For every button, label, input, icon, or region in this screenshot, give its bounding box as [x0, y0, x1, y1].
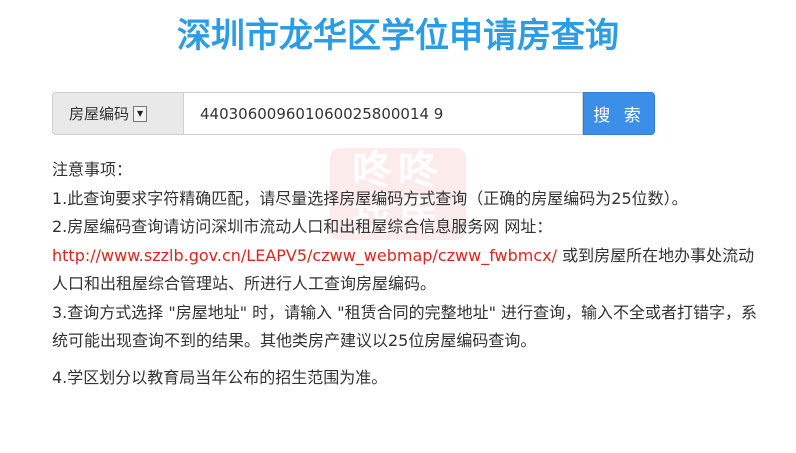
search-type-select[interactable]: 房屋编码 ▼	[52, 92, 183, 135]
notes-section: 注意事项： 1.此查询要求字符精确匹配，请尽量选择房屋编码方式查询（正确的房屋编…	[52, 156, 762, 392]
fwbm-link[interactable]: http://www.szzlb.gov.cn/LEAPV5/czww_webm…	[52, 246, 557, 265]
chevron-down-icon[interactable]: ▼	[133, 105, 148, 122]
search-button[interactable]: 搜 索	[583, 92, 655, 135]
search-bar: 房屋编码 ▼ 搜 索	[52, 92, 655, 135]
note-item-2: 2.房屋编码查询请访问深圳市流动人口和出租屋综合信息服务网 网址： http://…	[52, 217, 755, 293]
page: 深圳市龙华区学位申请房查询 房屋编码 ▼ 搜 索 咚咚 找房 注意事项： 1.此…	[0, 0, 796, 453]
search-type-label: 房屋编码	[69, 105, 130, 123]
page-title: 深圳市龙华区学位申请房查询	[177, 16, 619, 56]
note-item-3: 3.查询方式选择 "房屋地址" 时，请输入 "租赁合同的完整地址" 进行查询，输…	[52, 302, 758, 351]
notes-heading: 注意事项：	[52, 160, 133, 179]
note-item-1: 1.此查询要求字符精确匹配，请尽量选择房屋编码方式查询（正确的房屋编码为25位数…	[52, 188, 688, 208]
search-input[interactable]	[183, 92, 583, 135]
note-item-4: 4.学区划分以教育局当年公布的招生范围为准。	[52, 367, 388, 387]
